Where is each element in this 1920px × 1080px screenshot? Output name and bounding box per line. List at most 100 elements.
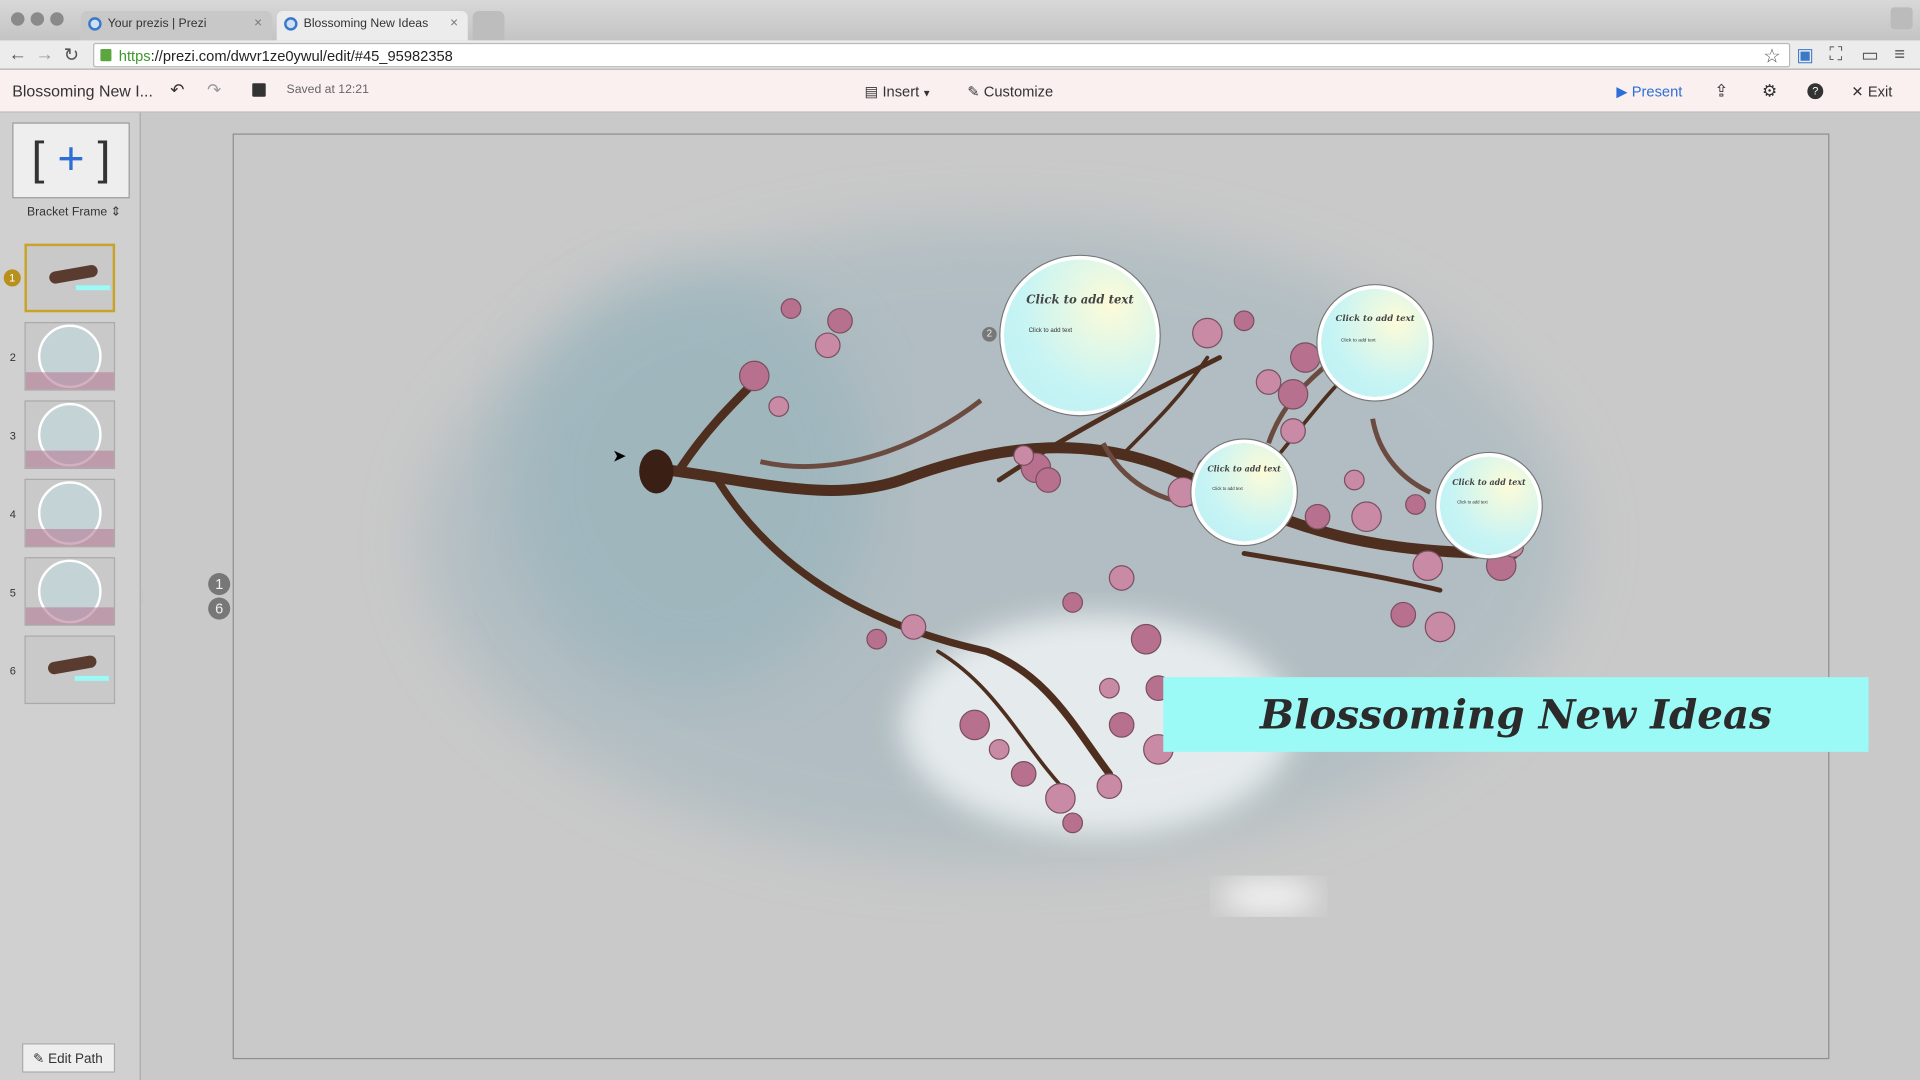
reload-icon[interactable]: ↻ [64,44,79,66]
redo-icon[interactable]: ↷ [207,80,221,101]
url-input[interactable]: https://prezi.com/dwvr1ze0ywul/edit/#45_… [93,42,1791,68]
customize-button[interactable]: ✎ Customize [967,83,1053,100]
chevron-down-icon: ▼ [919,88,932,100]
bookmark-star-icon[interactable]: ☆ [1763,44,1781,68]
blossom-flower [1096,773,1123,799]
present-label: Present [1631,83,1683,101]
thumbnail-blossom [25,450,114,468]
slide-thumbnail-5[interactable] [24,557,116,626]
exit-button[interactable]: ✕ Exit [1851,83,1892,100]
present-button[interactable]: ▶ Present [1616,83,1682,100]
path-marker-1[interactable]: 1 [208,573,231,596]
insert-button[interactable]: ▤ Insert ▼ [864,83,931,100]
presentation-title[interactable]: Blossoming New I... [12,82,153,100]
path-sidebar: [ + ] Bracket Frame ⇕ 1 2 3 4 5 6 ✎ Edit Path [0,112,150,1080]
circle-heading[interactable]: Click to add text [1321,312,1429,323]
circle-body[interactable]: Click to add text [1341,337,1376,343]
slide-number: 1 [3,269,21,287]
blossom-flower [1390,601,1417,628]
topic-circle[interactable]: Click to add text Click to add text [1000,255,1160,416]
insert-icon: ▤ [864,83,883,101]
thumbnail-banner [75,285,111,291]
share-icon[interactable]: ⇪ [1714,81,1728,102]
blossom-flower [814,332,841,359]
edit-path-label: Edit Path [48,1051,103,1067]
bracket-frame-button[interactable]: [ + ] [12,122,130,199]
topic-circle[interactable]: Click to add text Click to add text [1191,439,1297,545]
circle-heading[interactable]: Click to add text [1195,464,1293,474]
thumbnail-branch [47,654,98,676]
circle-body[interactable]: Click to add text [1212,486,1242,491]
slide-thumbnail-6[interactable] [24,635,116,705]
slide-thumbnail-1[interactable] [24,243,116,313]
blossom-flower [1062,812,1084,834]
circle-body[interactable]: Click to add text [1029,327,1073,334]
url-path: ://prezi.com/dwvr1ze0ywul/edit/#45_95982… [150,47,453,65]
slide-thumbnail-4[interactable] [24,478,116,548]
slide-thumbnail-3[interactable] [24,400,116,469]
tab-label: Blossoming New Ideas [303,17,429,31]
prezi-favicon-icon [284,17,298,31]
blossom-flower [1108,712,1135,738]
path-marker-6[interactable]: 6 [208,597,231,620]
blossom-flower [738,360,770,392]
menu-icon[interactable]: ≡ [1894,44,1905,65]
insert-label: Insert [882,83,920,101]
back-icon[interactable]: ← [9,44,27,65]
thumbnail-banner [74,675,109,681]
title-banner[interactable]: Blossoming New Ideas [1163,677,1869,752]
blossom-flower [780,298,802,319]
prezi-canvas[interactable]: 1 6 Click to add text Click to add text … [142,112,1920,1080]
fullscreen-icon[interactable]: ⛶ [1829,44,1842,65]
play-icon: ▶ [1616,83,1632,101]
circle-body[interactable]: Click to add text [1457,500,1487,505]
blossom-flower [1412,550,1444,582]
frame-type-select[interactable]: Bracket Frame ⇕ [27,206,121,219]
slide-thumbnail-2[interactable] [24,322,116,391]
path-marker-2[interactable]: 2 [982,326,997,342]
bracket-frame-icon: [ + ] [31,133,111,185]
cloud [1219,879,1318,914]
forward-icon[interactable]: → [36,44,54,65]
gear-icon[interactable]: ⚙ [1762,81,1777,102]
extension-icon[interactable]: ▣ [1796,44,1813,66]
thumbnail-branch [48,264,99,285]
thumbnail-blossom [25,528,114,547]
minimize-window-button[interactable] [30,12,45,26]
browser-tab-your-prezis[interactable]: Your prezis | Prezi × [80,11,272,41]
blossom-flower [1233,310,1255,332]
profile-icon[interactable] [1890,7,1913,30]
close-tab-icon[interactable]: × [450,16,458,31]
circle-heading[interactable]: Click to add text [1004,294,1156,307]
circle-heading[interactable]: Click to add text [1440,478,1538,488]
zoom-window-button[interactable] [50,12,64,26]
blossom-flower [1062,592,1084,613]
close-tab-icon[interactable]: × [254,16,262,31]
tab-label: Your prezis | Prezi [107,17,207,31]
blossom-flower [1108,565,1135,591]
blossom-flower [1013,445,1035,466]
saved-status: Saved at 12:21 [286,83,369,97]
save-icon[interactable] [252,83,266,97]
frame-type-label: Bracket Frame [26,205,108,220]
edit-path-button[interactable]: ✎ Edit Path [22,1043,116,1073]
blossom-flower [827,307,853,334]
cast-icon[interactable]: ▭ [1861,44,1878,66]
thumbnail-blossom [25,607,114,625]
thumbnail-blossom [25,372,114,390]
help-icon[interactable]: ? [1807,83,1824,100]
blossom-flower [1351,501,1382,533]
new-tab-button[interactable] [472,11,505,41]
blossom-flower [900,614,927,640]
close-window-button[interactable] [11,12,25,26]
presentation-heading[interactable]: Blossoming New Ideas [1260,691,1772,739]
blossom-flower [1280,418,1306,444]
topic-circle[interactable]: Click to add text Click to add text [1317,285,1433,401]
blossom-flower [1010,761,1037,787]
blossom-flower [1045,783,1076,814]
customize-label: Customize [983,83,1054,101]
blossom-flower [988,738,1010,760]
browser-tab-blossoming[interactable]: Blossoming New Ideas × [276,11,468,41]
undo-icon[interactable]: ↶ [170,80,184,101]
topic-circle[interactable]: Click to add text Click to add text [1436,453,1542,559]
